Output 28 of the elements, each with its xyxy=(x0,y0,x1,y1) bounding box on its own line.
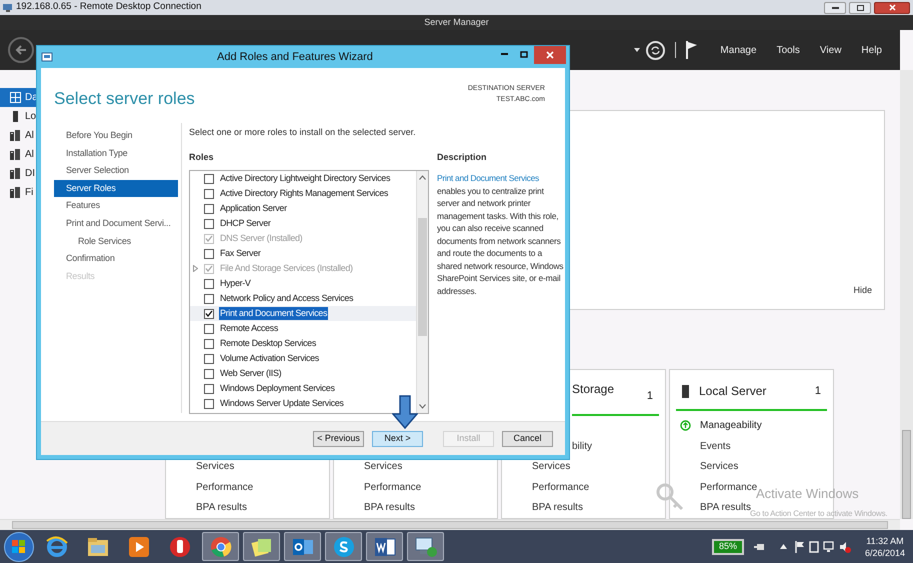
role-label: Network Policy and Access Services xyxy=(219,292,354,305)
role-label: Hyper-V xyxy=(219,276,252,290)
role-label: Fax Server xyxy=(219,246,262,260)
tile-count: 1 xyxy=(814,384,821,399)
role-label: Print and Document Services xyxy=(219,306,328,320)
page-heading: Select server roles xyxy=(54,88,195,110)
role-label: Web Server (IIS) xyxy=(219,366,282,380)
roles-heading: Roles xyxy=(189,150,215,164)
role-label: Remote Desktop Services xyxy=(219,336,317,350)
dialog-title: Add Roles and Features Wizard xyxy=(217,50,373,65)
role-label: DHCP Server xyxy=(219,216,272,230)
role-label: Remote Access xyxy=(219,322,279,335)
role-label: DNS Server (Installed) xyxy=(219,232,304,245)
role-label: Windows Server Update Services xyxy=(219,396,345,410)
activation-title: Activate Windows xyxy=(756,486,859,503)
window-title: 192.168.0.65 - Remote Desktop Connection xyxy=(16,0,202,14)
role-label: Volume Activation Services xyxy=(219,352,320,365)
role-label: Active Directory Rights Management Services xyxy=(219,186,390,200)
role-label: File And Storage Services (Installed) xyxy=(219,262,354,275)
window-title: Server Manager xyxy=(424,16,489,29)
role-label: Application Server xyxy=(219,202,288,215)
role-label: Windows Deployment Services xyxy=(219,382,336,395)
role-label: Active Directory Lightweight Directory Services xyxy=(219,172,392,185)
description-text: enables you to centralize print server and network printer management tasks. With this role, you can also receive scanned documents from network scanners and route the documents to a shared network resource, Windows SharePoint Services site, or e-mail addresses. xyxy=(437,184,564,298)
activation-text: Go to Action Center to activate Windows. xyxy=(750,509,888,520)
instruction-text: Select one or more roles to install on the selected server. xyxy=(189,126,417,139)
tile-count: 1 xyxy=(646,389,653,404)
description-heading: Description xyxy=(437,150,488,164)
